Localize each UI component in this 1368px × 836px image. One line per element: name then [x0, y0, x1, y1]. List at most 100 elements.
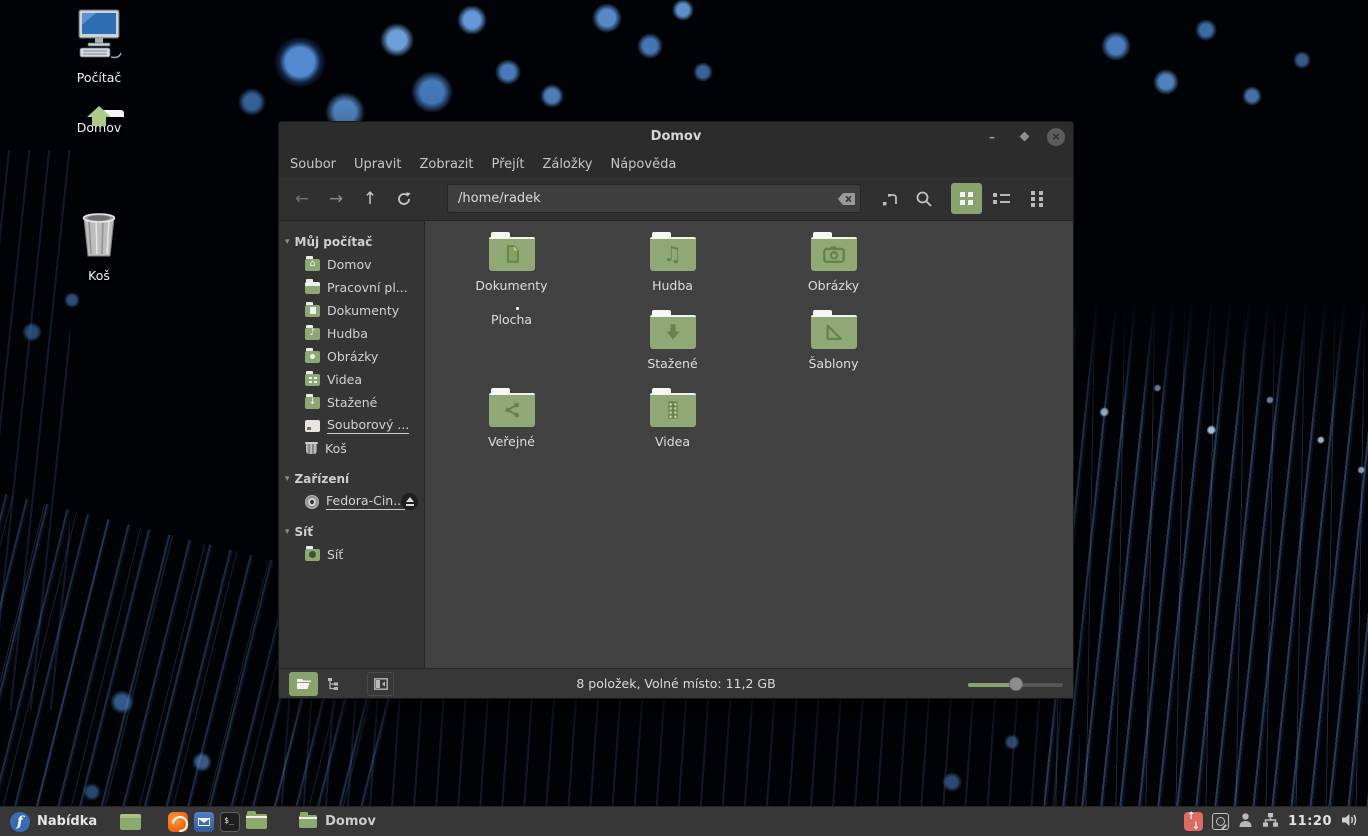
sidebar-item-label: Pracovní pl... [327, 280, 408, 295]
folder-pictures-icon [811, 237, 857, 271]
sidebar-item-label: Domov [327, 257, 372, 272]
sidebar-item-fedora-cinnamon[interactable]: Fedora-Cin... [279, 490, 424, 513]
sidebar-item-sit[interactable]: Síť [279, 543, 424, 566]
sidebar-section-sit[interactable]: ▾ Síť [279, 521, 424, 543]
sidebar-item-hudba[interactable]: ♪ Hudba [279, 322, 424, 345]
menu-button-label: Nabídka [37, 814, 97, 829]
terminal-launcher[interactable]: $_ [217, 807, 243, 836]
sidebar-section-zarizeni[interactable]: ▾ Zařízení [279, 468, 424, 490]
folder-icon [246, 814, 267, 829]
desktop-icon [120, 814, 141, 830]
back-button[interactable]: ← [287, 184, 317, 214]
list-view-button[interactable] [986, 183, 1017, 214]
icon-view-icon [960, 192, 973, 205]
sidebar-section-my-computer[interactable]: ▾ Můj počítač [279, 231, 424, 253]
sidebar-item-souborovy-system[interactable]: Souborový ... [279, 414, 424, 437]
sidebar-item-label: Obrázky [327, 349, 378, 364]
compact-view-button[interactable] [1021, 183, 1052, 214]
toggle-location-entry-icon[interactable] [875, 184, 905, 214]
file-sablony[interactable]: Šablony [753, 305, 914, 383]
file-verejne[interactable]: Veřejné [431, 383, 592, 461]
close-button[interactable]: × [1047, 128, 1065, 146]
folder-videos-icon [305, 374, 320, 386]
taskbar-window-domov[interactable]: Domov [289, 807, 386, 836]
sidebar-item-dokumenty[interactable]: Dokumenty [279, 299, 424, 322]
icon-view-button[interactable] [951, 183, 982, 214]
file-hudba[interactable]: ♫ Hudba [592, 227, 753, 305]
eject-button[interactable] [401, 493, 418, 510]
maximize-button[interactable] [1015, 128, 1033, 146]
titlebar[interactable]: Domov – × [279, 122, 1073, 151]
location-bar[interactable] [447, 184, 861, 213]
sidebar-item-pracovni-plocha[interactable]: Pracovní pl... [279, 276, 424, 299]
files-launcher[interactable] [243, 807, 269, 836]
folder-documents-icon [489, 237, 535, 271]
sidebar-item-label: Souborový ... [327, 417, 409, 434]
up-button[interactable]: ↑ [355, 184, 385, 214]
sidebar-item-obrazky[interactable]: Obrázky [279, 345, 424, 368]
mail-icon [194, 812, 214, 832]
file-label: Dokumenty [431, 278, 592, 293]
updates-tray-icon[interactable] [1184, 812, 1203, 831]
desktop-icon-label: Počítač [57, 70, 141, 85]
section-title: Můj počítač [295, 235, 373, 249]
mail-launcher[interactable] [191, 807, 217, 836]
sidebar-item-domov[interactable]: ⌂ Domov [279, 253, 424, 276]
sidebar-item-stazene[interactable]: ↓ Stažené [279, 391, 424, 414]
zoom-slider[interactable] [968, 677, 1063, 691]
folder-music-icon: ♪ [305, 328, 320, 340]
clear-location-icon[interactable] [834, 187, 858, 211]
search-icon[interactable] [909, 184, 939, 214]
show-desktop-launcher[interactable] [117, 807, 143, 836]
forward-button[interactable]: → [321, 184, 351, 214]
folder-documents-icon [305, 305, 320, 317]
optical-disc-icon [305, 495, 319, 509]
section-title: Zařízení [295, 472, 350, 486]
firefox-launcher[interactable] [165, 807, 191, 836]
list-view-icon [993, 193, 1010, 204]
folder-desktop-icon [305, 282, 320, 294]
folder-videos-icon [650, 393, 696, 427]
folder-home-icon: ⌂ [305, 259, 320, 271]
refresh-button[interactable] [389, 184, 419, 214]
sidebar-item-videa[interactable]: Videa [279, 368, 424, 391]
collapse-triangle-icon[interactable]: ▾ [285, 237, 290, 247]
file-obrazky[interactable]: Obrázky [753, 227, 914, 305]
file-dokumenty[interactable]: Dokumenty [431, 227, 592, 305]
minimize-button[interactable]: – [983, 128, 1001, 146]
file-plocha[interactable]: Plocha [431, 305, 592, 383]
volume-tray-icon[interactable] [1341, 812, 1358, 832]
status-summary: 8 položek, Volné místo: 11,2 GB [576, 676, 775, 691]
desktop-icon-home[interactable]: Domov [57, 116, 141, 135]
clock[interactable]: 11:20 [1288, 814, 1332, 829]
folder-templates-icon [811, 315, 857, 349]
file-label: Obrázky [753, 278, 914, 293]
menu-napoveda[interactable]: Nápověda [601, 154, 685, 175]
menu-button[interactable]: f Nabídka [6, 807, 105, 836]
sidebar-item-kos[interactable]: Koš [279, 437, 424, 460]
zoom-slider-handle[interactable] [1009, 677, 1023, 691]
user-tray-icon[interactable] [1238, 812, 1253, 832]
places-toggle-button[interactable] [289, 672, 318, 696]
menu-zalozky[interactable]: Záložky [533, 154, 601, 175]
menu-soubor[interactable]: Soubor [281, 154, 345, 175]
treeview-toggle-button[interactable] [320, 672, 349, 696]
collapse-triangle-icon[interactable]: ▾ [285, 527, 290, 537]
file-videa[interactable]: Videa [592, 383, 753, 461]
desktop-icon-label: Koš [57, 268, 141, 283]
collapse-sidebar-button[interactable] [367, 672, 394, 696]
menu-zobrazit[interactable]: Zobrazit [410, 154, 482, 175]
location-input[interactable] [448, 191, 834, 206]
menu-prejit[interactable]: Přejít [482, 154, 533, 175]
file-stazene[interactable]: Stažené [592, 305, 753, 383]
folder-network-icon [305, 549, 320, 561]
menu-upravit[interactable]: Upravit [345, 154, 410, 175]
network-tray-icon[interactable] [1262, 812, 1279, 832]
wallpaper-fibers [1042, 300, 1368, 836]
collapse-triangle-icon[interactable]: ▾ [285, 474, 290, 484]
desktop-icon-computer[interactable]: Počítač [57, 8, 141, 85]
folder-icon [299, 815, 317, 828]
trash-icon [305, 442, 318, 455]
desktop-icon-trash[interactable]: Koš [57, 210, 141, 283]
removable-media-tray-icon[interactable] [1212, 813, 1229, 830]
